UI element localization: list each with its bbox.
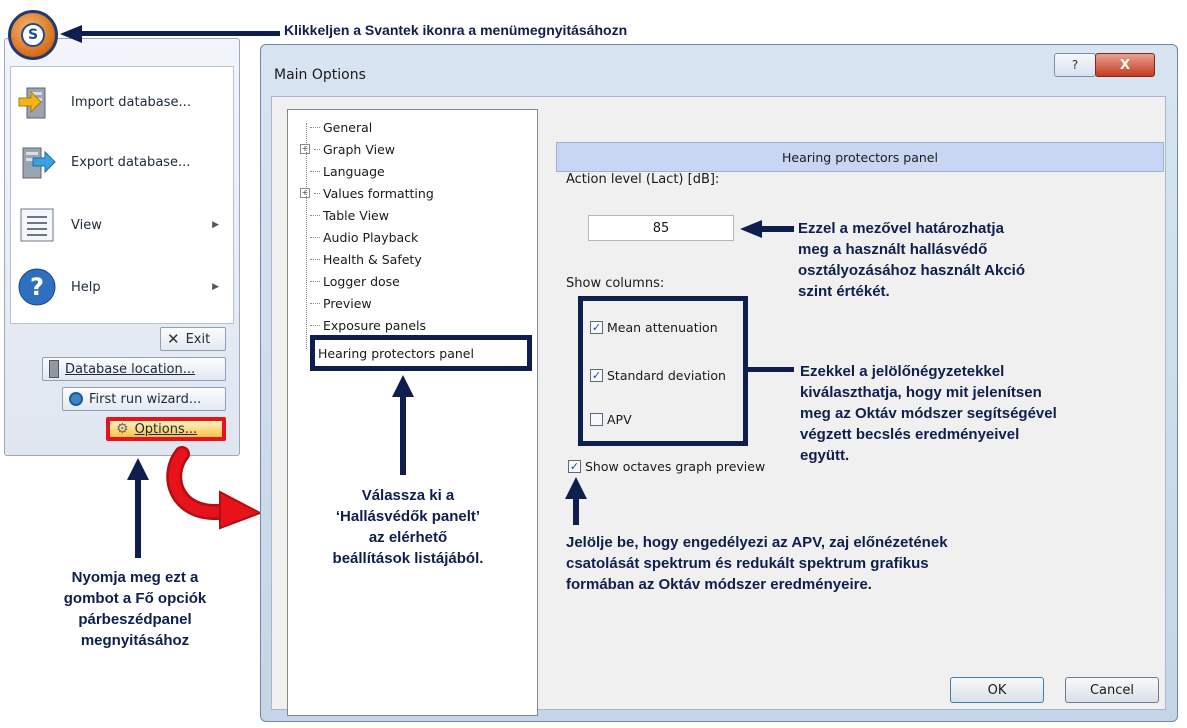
tree-item-health-safety[interactable]: Health & Safety: [310, 248, 422, 270]
tree-item-graph-view[interactable]: + Graph View: [300, 138, 395, 160]
menu-item-view[interactable]: View ▶: [11, 195, 233, 255]
tree-pointer-arrow-icon: [392, 375, 414, 397]
tree-pointer-arrow-line: [400, 395, 406, 475]
options-callout-text: Nyomja meg ezt a gombot a Fő opciók párb…: [63, 569, 207, 649]
svg-text:?: ?: [30, 273, 44, 301]
svantek-logo-button[interactable]: S: [8, 10, 58, 60]
exit-button-label: Exit: [185, 331, 211, 347]
tree-callout-text: Válassza ki a ‘Hallásvédők panelt’ az el…: [332, 487, 484, 567]
expand-icon[interactable]: +: [300, 144, 310, 154]
export-database-icon: [17, 142, 57, 182]
first-run-wizard-button[interactable]: First run wizard...: [62, 387, 226, 411]
first-run-wizard-label: First run wizard...: [89, 391, 202, 407]
question-mark-icon: ?: [1071, 58, 1079, 72]
close-icon: ✕: [167, 330, 180, 348]
tree-item-table-view[interactable]: Table View: [310, 204, 389, 226]
submenu-arrow-icon: ▶: [212, 220, 219, 230]
database-icon: [49, 360, 59, 378]
menu-item-help[interactable]: ? Help ▶: [11, 257, 233, 317]
logo-callout-text: Klikkeljen a Svantek ikonra a menümegnyi…: [284, 22, 628, 38]
tree-item-exposure-panels[interactable]: Exposure panels: [310, 314, 426, 336]
menu-item-label: Import database...: [71, 94, 191, 110]
dialog-title: Main Options: [274, 67, 366, 83]
tree-item-preview[interactable]: Preview: [310, 292, 372, 314]
cancel-button[interactable]: Cancel: [1065, 677, 1159, 703]
checkbox-group-highlight: [578, 296, 748, 446]
menu-list: Import database... Export database... Vi…: [10, 66, 234, 324]
logo-pointer-arrow-line: [80, 31, 280, 36]
exit-button[interactable]: ✕ Exit: [160, 327, 226, 351]
ok-button[interactable]: OK: [950, 677, 1044, 703]
red-curved-arrow-icon: [166, 446, 263, 530]
options-pointer-arrow-icon: [127, 458, 149, 480]
help-icon: ?: [17, 267, 57, 307]
menu-item-export-database[interactable]: Export database...: [11, 132, 233, 192]
tree-item-audio-playback[interactable]: Audio Playback: [310, 226, 418, 248]
tree-selection-highlight: [310, 335, 532, 371]
options-button[interactable]: ⚙ Options...: [106, 417, 226, 441]
octaves-pointer-arrow-icon: [565, 477, 587, 499]
svantek-logo-icon: S: [21, 23, 45, 47]
show-octaves-graph-preview-checkbox[interactable]: ✓ Show octaves graph preview: [568, 459, 765, 474]
wizard-gear-icon: [69, 392, 83, 406]
checkbox-checked-icon[interactable]: ✓: [568, 460, 581, 473]
options-tree: General + Graph View Language + Values for…: [287, 109, 538, 716]
gear-icon: ⚙: [116, 421, 129, 437]
view-icon: [17, 205, 57, 245]
octaves-pointer-arrow-line: [573, 497, 579, 525]
menu-item-label: Export database...: [71, 154, 191, 170]
logo-pointer-arrow-icon: [60, 25, 82, 43]
close-icon: X: [1119, 57, 1131, 73]
database-location-label: Database location...: [65, 361, 196, 377]
panel-header: Hearing protectors panel: [556, 142, 1164, 172]
menu-item-label: Help: [71, 279, 101, 295]
action-level-pointer-arrow-icon: [740, 220, 762, 238]
options-pointer-arrow-line: [135, 478, 141, 558]
menu-item-label: View: [71, 217, 102, 233]
tree-item-general[interactable]: General: [310, 116, 372, 138]
action-level-pointer-arrow-line: [760, 226, 794, 232]
octaves-callout-text: Jelölje be, hogy engedélyezi az APV, zaj…: [566, 534, 948, 593]
checkbox-pointer-line: [748, 367, 794, 372]
tree-guide-line: [306, 123, 307, 349]
tree-item-logger-dose[interactable]: Logger dose: [310, 270, 400, 292]
show-columns-label: Show columns:: [566, 276, 665, 291]
action-level-callout-text: Ezzel a mezővel határozhatja meg a haszn…: [798, 220, 1026, 300]
submenu-arrow-icon: ▶: [212, 282, 219, 292]
options-button-label: Options...: [134, 421, 198, 437]
tree-item-language[interactable]: Language: [310, 160, 385, 182]
action-level-input[interactable]: 85: [588, 215, 734, 241]
action-level-label: Action level (Lact) [dB]:: [566, 172, 720, 187]
menu-item-import-database[interactable]: Import database...: [11, 72, 233, 132]
help-button[interactable]: ?: [1054, 53, 1096, 77]
close-button[interactable]: X: [1095, 53, 1155, 77]
import-database-icon: [17, 82, 57, 122]
database-location-button[interactable]: Database location...: [42, 357, 226, 381]
checkbox-callout-text: Ezekkel a jelölőnégyzetekkel kiválasztha…: [800, 363, 1057, 464]
tree-item-values-formatting[interactable]: + Values formatting: [300, 182, 434, 204]
expand-icon[interactable]: +: [300, 188, 310, 198]
